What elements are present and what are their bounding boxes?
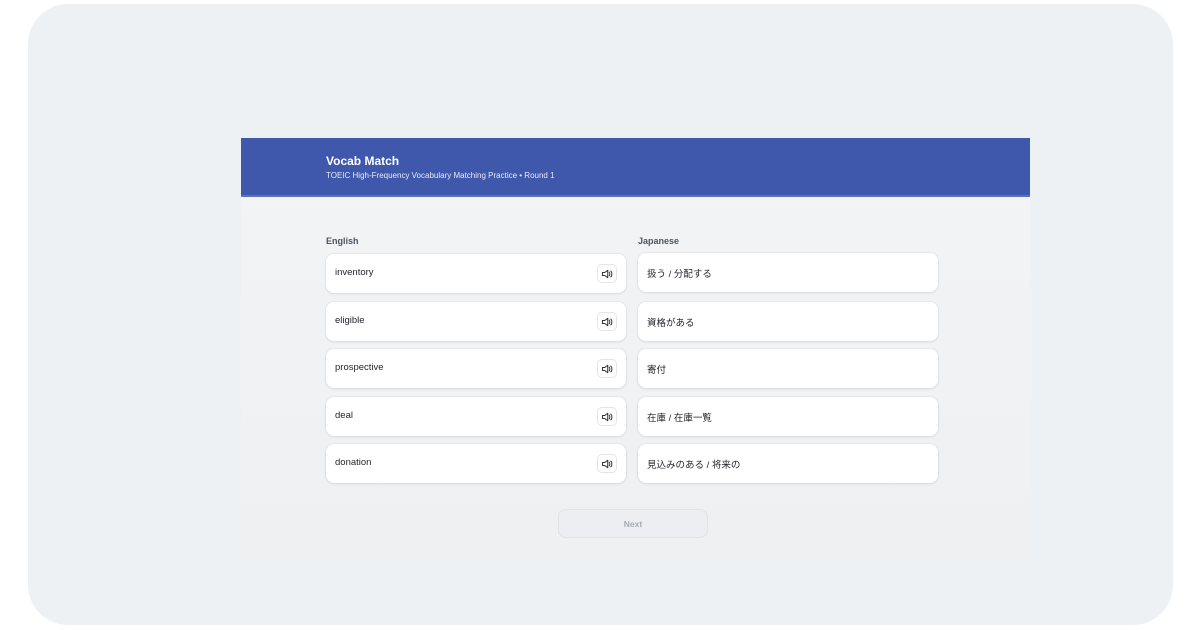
- japanese-word: 在庫 / 在庫一覧: [647, 413, 712, 424]
- app-header: Vocab Match TOEIC High-Frequency Vocabul…: [241, 138, 1030, 197]
- app-subtitle: TOEIC High-Frequency Vocabulary Matching…: [326, 171, 555, 180]
- japanese-word-card[interactable]: 扱う / 分配する: [638, 253, 938, 292]
- speaker-icon[interactable]: [597, 359, 617, 378]
- japanese-word: 見込みのある / 将来の: [647, 460, 741, 471]
- next-button[interactable]: Next: [558, 509, 708, 538]
- app-title: Vocab Match: [326, 154, 400, 168]
- japanese-word: 寄付: [647, 365, 667, 376]
- japanese-word: 資格がある: [647, 318, 695, 329]
- japanese-word-card[interactable]: 資格がある: [638, 302, 938, 341]
- speaker-icon[interactable]: [597, 407, 617, 426]
- english-word-card[interactable]: prospective: [326, 349, 626, 388]
- english-word-card[interactable]: eligible: [326, 302, 626, 341]
- vocab-match-app: Vocab Match TOEIC High-Frequency Vocabul…: [241, 138, 1030, 560]
- english-word-card[interactable]: deal: [326, 397, 626, 436]
- english-word-card[interactable]: donation: [326, 444, 626, 483]
- english-word: donation: [335, 457, 372, 468]
- english-word: eligible: [335, 315, 365, 326]
- japanese-word-card[interactable]: 在庫 / 在庫一覧: [638, 397, 938, 436]
- english-word-card[interactable]: inventory: [326, 254, 626, 293]
- device-frame: Vocab Match TOEIC High-Frequency Vocabul…: [28, 4, 1173, 625]
- japanese-column-label: Japanese: [638, 236, 680, 246]
- speaker-icon[interactable]: [597, 264, 617, 283]
- speaker-icon[interactable]: [597, 454, 617, 473]
- english-word: deal: [335, 410, 353, 421]
- english-word: prospective: [335, 362, 384, 373]
- english-word: inventory: [335, 267, 374, 278]
- japanese-word-card[interactable]: 寄付: [638, 349, 938, 388]
- japanese-word: 扱う / 分配する: [647, 269, 712, 280]
- speaker-icon[interactable]: [597, 312, 617, 331]
- english-column-label: English: [326, 236, 359, 246]
- japanese-word-card[interactable]: 見込みのある / 将来の: [638, 444, 938, 483]
